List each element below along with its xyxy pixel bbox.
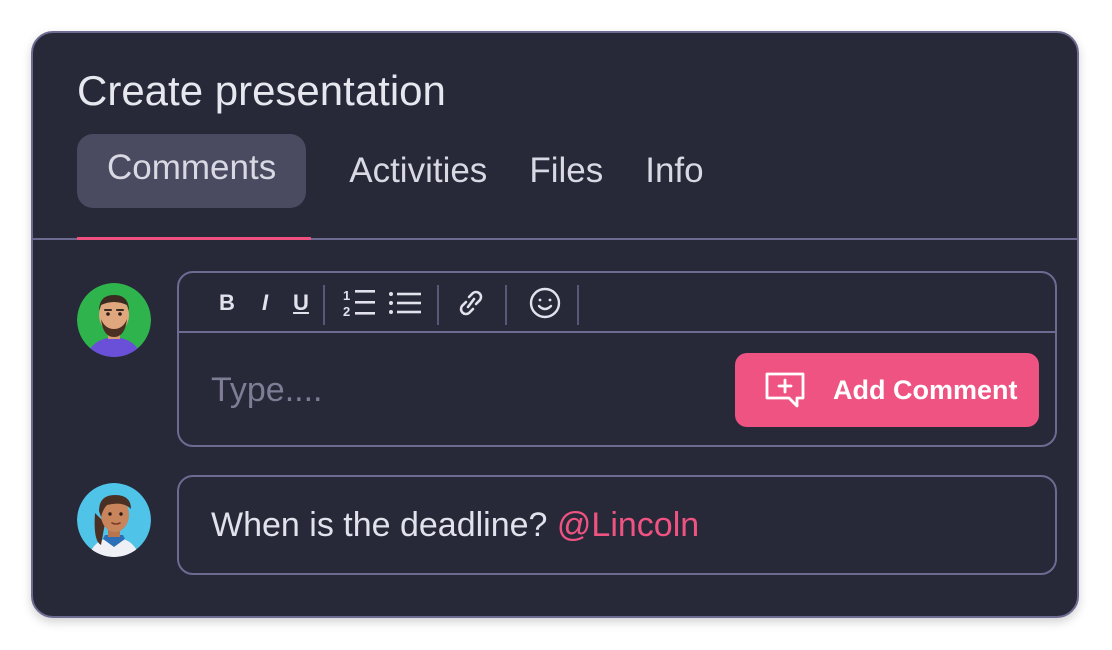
add-comment-label: Add Comment — [833, 374, 1018, 405]
comment-text: When is the deadline? @Lincoln — [211, 503, 699, 547]
svg-text:1: 1 — [343, 288, 350, 303]
tab-files[interactable]: Files — [508, 134, 624, 208]
toolbar-separator — [505, 285, 507, 325]
svg-text:2: 2 — [343, 304, 350, 319]
user-mention[interactable]: @Lincoln — [557, 506, 699, 544]
toolbar-separator — [577, 285, 579, 325]
underline-icon[interactable]: U — [289, 287, 313, 319]
numbered-list-icon[interactable]: 1 2 — [341, 287, 377, 319]
underline-label: U — [293, 290, 309, 315]
bold-label: B — [219, 290, 235, 315]
italic-label: I — [261, 290, 269, 315]
comment-editor: B I U 1 2 Type.... Add Comment — [177, 271, 1057, 447]
tab-comments[interactable]: Comments — [77, 133, 307, 208]
emoji-icon[interactable] — [527, 287, 563, 319]
italic-icon[interactable]: I — [253, 287, 277, 319]
active-tab-indicator — [77, 237, 311, 240]
toolbar-separator — [437, 285, 439, 325]
comment-add-icon — [763, 370, 807, 410]
formatting-toolbar: B I U 1 2 — [179, 273, 1055, 333]
tab-activities[interactable]: Activities — [328, 134, 508, 208]
bullet-list-icon[interactable] — [387, 287, 423, 319]
commenter-avatar — [77, 483, 151, 557]
link-icon[interactable] — [453, 287, 489, 319]
comment-input[interactable] — [211, 365, 711, 415]
comment-body: When is the deadline? — [211, 506, 557, 544]
bold-icon[interactable]: B — [215, 287, 239, 319]
add-comment-button[interactable]: Add Comment — [735, 353, 1039, 427]
task-detail-card: Create presentation Comments Activities … — [31, 31, 1079, 618]
toolbar-separator — [323, 285, 325, 325]
comment-item: When is the deadline? @Lincoln — [177, 475, 1057, 575]
page-title: Create presentation — [77, 67, 446, 114]
current-user-avatar — [77, 283, 151, 357]
tab-info[interactable]: Info — [624, 134, 724, 208]
tab-bar: Comments Activities Files Info — [77, 133, 725, 208]
